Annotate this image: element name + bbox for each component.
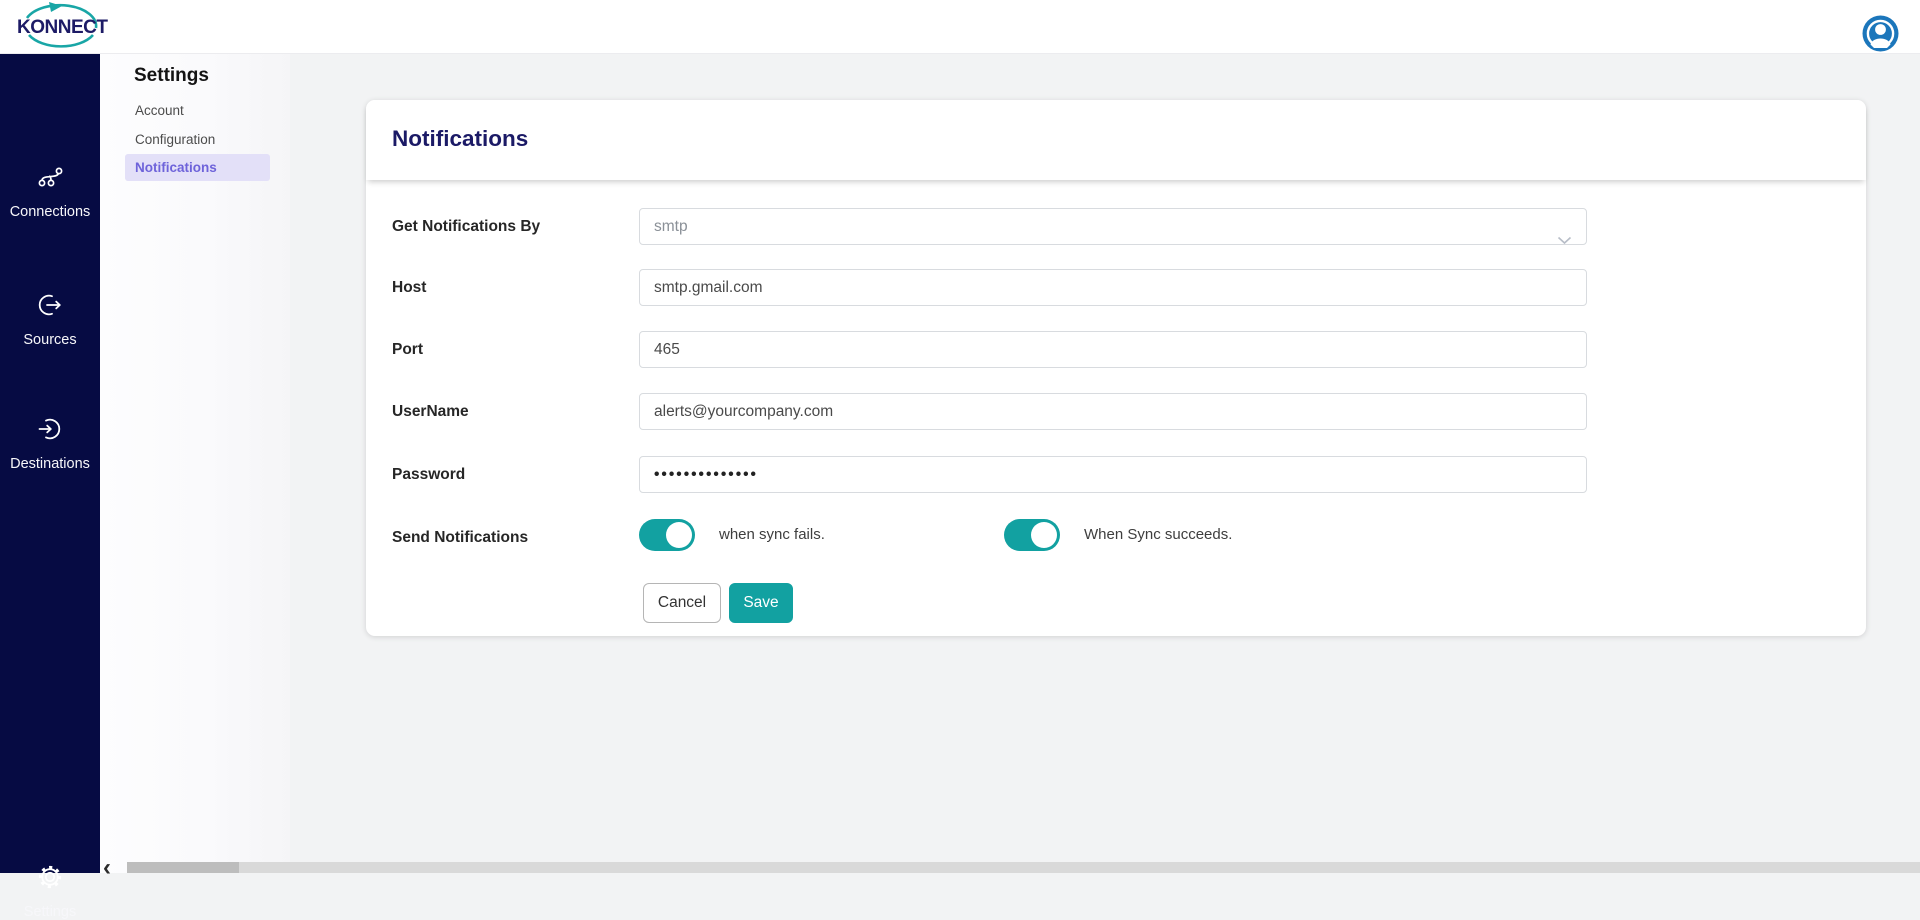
notification-method-select[interactable]: smtp xyxy=(639,208,1587,245)
sources-icon xyxy=(35,291,65,319)
primary-sidebar: Connections Sources Destinations Setting… xyxy=(0,53,100,873)
toggle-label-sync-fails: when sync fails. xyxy=(719,519,825,551)
cancel-button[interactable]: Cancel xyxy=(643,583,721,623)
scrollbar-thumb[interactable] xyxy=(127,862,239,873)
toggle-knob xyxy=(666,522,692,548)
field-label-get-notifications-by: Get Notifications By xyxy=(392,208,627,245)
field-label-send-notifications: Send Notifications xyxy=(392,519,627,556)
toggle-knob xyxy=(1031,522,1057,548)
chevron-down-icon xyxy=(1557,223,1572,258)
toggle-sync-fails[interactable] xyxy=(639,519,695,551)
card-header: Notifications xyxy=(366,100,1866,180)
save-button[interactable]: Save xyxy=(729,583,793,623)
card-body: Get Notifications By smtp Host Port User… xyxy=(366,180,1866,636)
toggle-label-sync-succeeds: When Sync succeeds. xyxy=(1084,519,1232,551)
sidebar-item-destinations[interactable]: Destinations xyxy=(0,415,100,472)
settings-nav-item-account[interactable]: Account xyxy=(125,97,270,124)
settings-nav-item-configuration[interactable]: Configuration xyxy=(125,126,270,153)
user-avatar-icon[interactable] xyxy=(1862,15,1899,52)
top-bar: KONNECT xyxy=(0,0,1920,54)
collapse-chevron-icon[interactable]: ‹ xyxy=(103,856,111,880)
field-label-host: Host xyxy=(392,269,627,306)
logo-text: KONNECT xyxy=(17,17,107,39)
horizontal-scrollbar[interactable] xyxy=(127,862,1920,873)
sidebar-item-settings[interactable]: Settings xyxy=(0,863,100,920)
field-label-password: Password xyxy=(392,456,627,493)
port-input[interactable] xyxy=(639,331,1587,368)
gear-icon xyxy=(36,863,64,891)
toggle-sync-succeeds[interactable] xyxy=(1004,519,1060,551)
password-input[interactable] xyxy=(639,456,1587,493)
sidebar-item-connections[interactable]: Connections xyxy=(0,163,100,220)
settings-nav-panel: Settings Account Configuration Notificat… xyxy=(100,53,290,873)
settings-nav-title: Settings xyxy=(134,65,209,87)
sidebar-item-label: Connections xyxy=(0,204,100,220)
sidebar-item-label: Destinations xyxy=(0,456,100,472)
select-value: smtp xyxy=(654,218,688,235)
app-logo[interactable]: KONNECT xyxy=(14,1,110,52)
field-label-username: UserName xyxy=(392,393,627,430)
host-input[interactable] xyxy=(639,269,1587,306)
field-label-port: Port xyxy=(392,331,627,368)
connections-icon xyxy=(35,163,65,191)
username-input[interactable] xyxy=(639,393,1587,430)
sidebar-item-label: Sources xyxy=(0,332,100,348)
settings-nav-item-notifications[interactable]: Notifications xyxy=(125,154,270,181)
sidebar-item-sources[interactable]: Sources xyxy=(0,291,100,348)
destinations-icon xyxy=(35,415,65,443)
card-title: Notifications xyxy=(392,126,528,152)
notifications-card: Notifications Get Notifications By smtp … xyxy=(366,100,1866,636)
sidebar-item-label: Settings xyxy=(0,904,100,920)
